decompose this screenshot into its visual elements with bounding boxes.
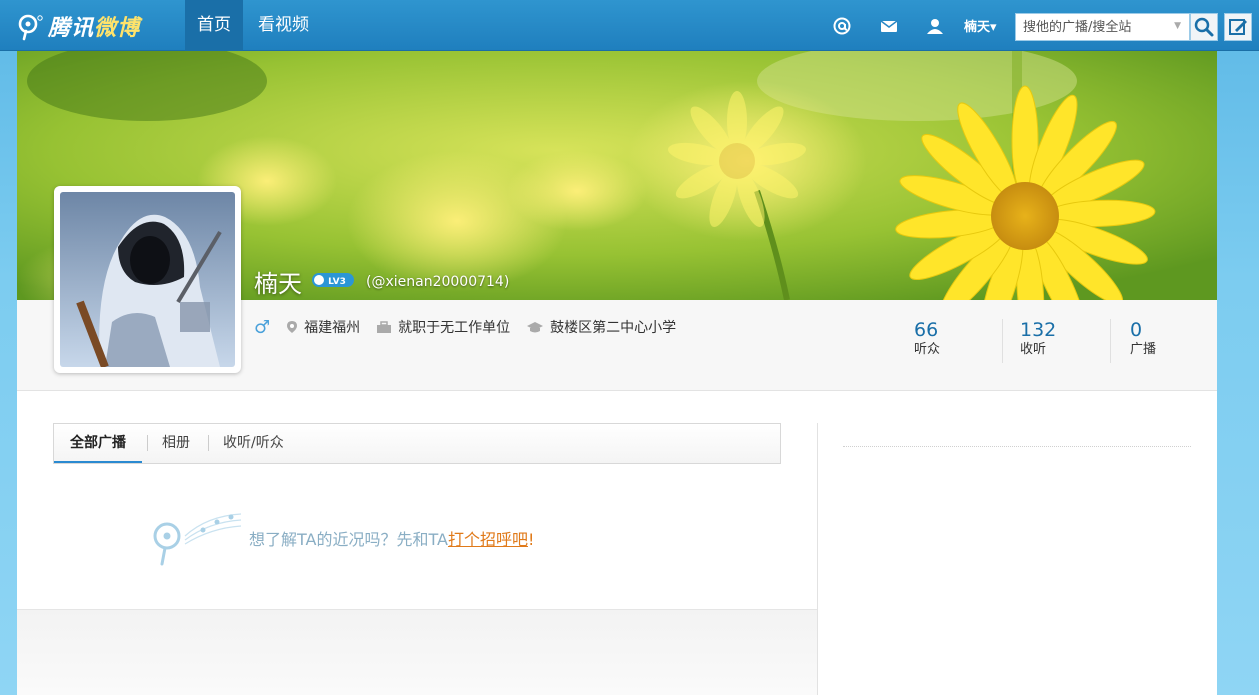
stat-posts[interactable]: 0 广播	[1130, 319, 1156, 359]
user-icon[interactable]	[925, 16, 945, 36]
stat-followers[interactable]: 66 听众	[914, 319, 940, 359]
empty-timeline-message: 想了解TA的近况吗？先和TA打个招呼吧!	[147, 506, 534, 570]
top-navigation-bar: 腾讯微博 首页 看视频 楠天▾ ▼	[0, 0, 1259, 51]
stat-posts-label: 广播	[1130, 342, 1157, 357]
mail-icon[interactable]	[879, 16, 899, 36]
search-icon	[1194, 17, 1214, 37]
level-badge-icon: LV3	[312, 273, 354, 287]
work-text: 就职于无工作单位	[398, 320, 511, 336]
avatar[interactable]	[54, 186, 241, 373]
search-box: ▼	[1015, 13, 1190, 41]
work-item: 就职于无工作单位	[376, 317, 510, 337]
say-hello-link[interactable]: 打个招呼吧	[448, 530, 528, 549]
level-badge-text: LV3	[328, 277, 346, 287]
tab-following-followers[interactable]: 收听/听众	[223, 424, 284, 463]
nav-tab-videos[interactable]: 看视频	[246, 0, 321, 51]
profile-handle: (@xienan20000714)	[366, 274, 510, 290]
user-menu[interactable]: 楠天▾	[964, 16, 997, 35]
stat-followers-count: 66	[914, 319, 939, 341]
tab-separator	[208, 435, 209, 451]
search-scope-dropdown-icon[interactable]: ▼	[1174, 21, 1181, 31]
tencent-weibo-logo[interactable]: 腾讯微博	[16, 10, 140, 42]
stat-following-label: 收听	[1020, 342, 1047, 357]
nav-tab-home[interactable]: 首页	[185, 0, 243, 51]
avatar-image	[60, 192, 235, 367]
stat-followers-label: 听众	[914, 342, 941, 357]
sidebar-divider	[843, 446, 1191, 447]
stat-posts-count: 0	[1130, 319, 1143, 341]
compose-button[interactable]	[1224, 13, 1252, 41]
school-item: 鼓楼区第二中心小学	[526, 317, 676, 337]
gender-male-icon: ♂	[254, 316, 271, 338]
weibo-logo-icon	[18, 14, 43, 41]
main-panel: 楠天 LV3 (@xienan20000714) ♂ 福建福州 就职于无工作单位	[17, 51, 1217, 695]
logo-text-weibo: 微博	[94, 16, 141, 41]
search-input[interactable]	[1016, 14, 1166, 40]
school-text: 鼓楼区第二中心小学	[550, 320, 677, 336]
stat-divider	[1002, 319, 1003, 363]
logo-text-tencent: 腾讯	[48, 16, 95, 41]
edit-icon	[1229, 19, 1247, 35]
timeline-footer	[17, 609, 818, 695]
tab-separator	[147, 435, 148, 451]
profile-username: 楠天	[254, 270, 302, 298]
location-item: 福建福州	[286, 317, 360, 337]
chevron-down-icon: ▾	[990, 20, 997, 35]
graduation-cap-icon	[527, 321, 544, 332]
stat-following[interactable]: 132 收听	[1020, 319, 1056, 359]
stat-following-count: 132	[1020, 319, 1057, 341]
column-divider	[817, 423, 818, 695]
profile-details: ♂ 福建福州 就职于无工作单位 鼓楼区第二中心小学	[254, 316, 692, 338]
briefcase-icon	[377, 320, 392, 333]
weibo-music-note-icon	[153, 513, 242, 566]
location-pin-icon	[287, 321, 298, 333]
search-button[interactable]	[1190, 13, 1218, 41]
empty-state-text: 想了解TA的近况吗？先和TA	[249, 530, 448, 549]
hooded-figure-picture	[60, 192, 235, 367]
empty-state-suffix: !	[527, 530, 535, 549]
tab-album[interactable]: 相册	[162, 424, 190, 463]
location-text: 福建福州	[304, 320, 361, 336]
user-menu-label: 楠天	[964, 20, 991, 35]
stat-divider	[1110, 319, 1111, 363]
at-icon[interactable]	[832, 16, 852, 36]
tab-all-posts[interactable]: 全部广播	[54, 424, 142, 463]
timeline-tabs: 全部广播 相册 收听/听众	[53, 423, 781, 464]
